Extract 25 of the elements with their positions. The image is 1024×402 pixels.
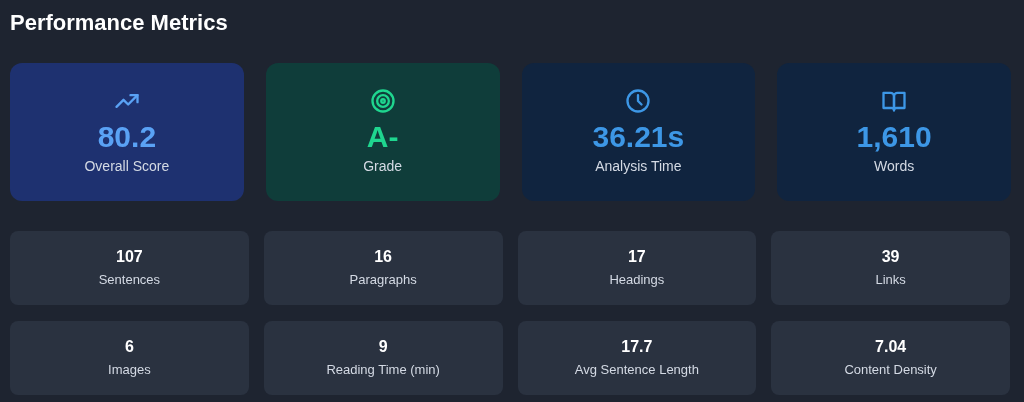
metric-value: 1,610: [856, 119, 932, 155]
section-title: Performance Metrics: [10, 10, 229, 36]
stat-label: Paragraphs: [349, 271, 417, 289]
stat-value: 16: [374, 247, 392, 267]
stat-label: Headings: [609, 271, 665, 289]
metric-label: Analysis Time: [595, 157, 682, 175]
stat-label: Sentences: [98, 271, 161, 289]
metric-label: Grade: [363, 157, 403, 175]
stat-value: 9: [378, 337, 388, 357]
stat-label: Links: [875, 271, 906, 289]
stat-label: Avg Sentence Length: [574, 361, 699, 379]
metric-label: Overall Score: [84, 157, 170, 175]
metric-value: A-: [366, 119, 399, 155]
stat-value: 17.7: [621, 337, 653, 357]
stat-value: 107: [116, 247, 143, 267]
stat-label: Images: [108, 361, 151, 379]
stat-value: 17: [627, 247, 646, 267]
stat-value: 6: [124, 337, 134, 357]
stat-value: 39: [881, 247, 900, 267]
stat-label: Content Density: [844, 361, 937, 379]
metric-value: 80.2: [97, 119, 157, 155]
metric-value: 36.21s: [592, 119, 685, 155]
stat-label: Reading Time (min): [326, 361, 440, 379]
stat-value: 7.04: [875, 337, 907, 357]
metric-label: Words: [874, 157, 915, 175]
